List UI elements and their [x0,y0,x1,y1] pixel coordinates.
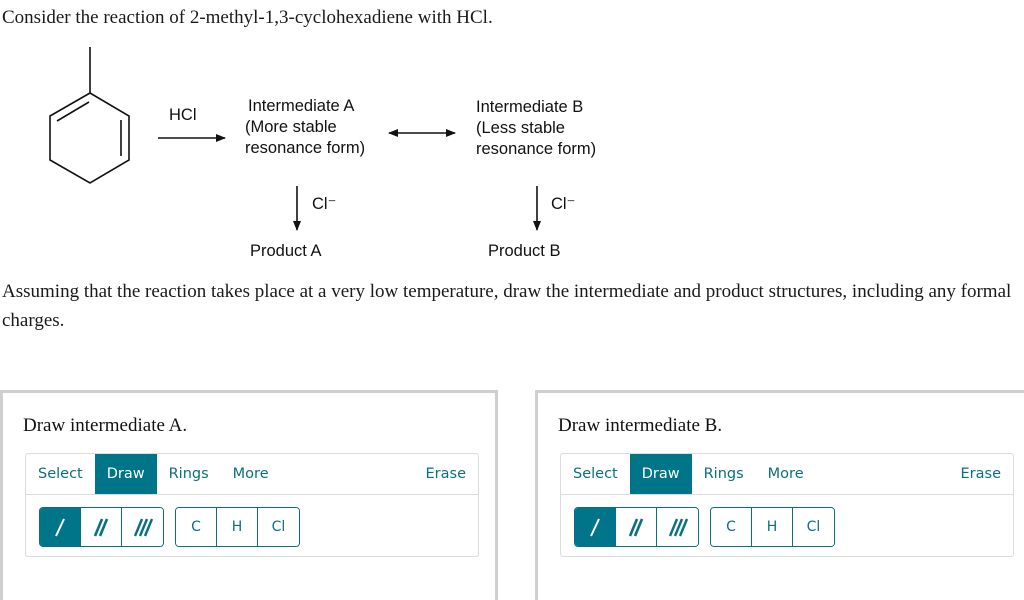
intermediate-b-line2: (Less stable [476,119,565,137]
atom-tool-group: C H Cl [175,507,300,547]
tab-select[interactable]: Select [561,454,630,494]
triple-bond-icon [668,518,688,537]
double-bond-icon [93,518,109,537]
nucleophile-a-label: Cl⁻ [312,195,337,213]
atom-c-button[interactable]: C [176,508,217,546]
atom-cl-button[interactable]: Cl [258,508,299,546]
single-bond-button[interactable] [40,508,81,546]
tab-more[interactable]: More [756,454,816,494]
erase-button[interactable]: Erase [949,454,1013,494]
triple-bond-icon [133,518,153,537]
drawing-toolbar: Select Draw Rings More Erase C H Cl [25,453,479,557]
question-instruction: Assuming that the reaction takes place a… [2,281,1012,331]
panel-title: Draw intermediate A. [23,415,188,436]
atom-cl-button[interactable]: Cl [793,508,834,546]
double-bond-button[interactable] [616,508,657,546]
tab-more[interactable]: More [221,454,281,494]
tab-draw[interactable]: Draw [629,454,692,494]
intermediate-a-line1: Intermediate A [248,97,355,115]
tab-draw[interactable]: Draw [94,454,157,494]
panel-title: Draw intermediate B. [558,415,723,436]
starting-material-structure-icon [49,47,130,184]
erase-button[interactable]: Erase [414,454,478,494]
toolbar-tabs: Select Draw Rings More Erase [26,454,478,495]
intermediate-b-line1: Intermediate B [476,98,584,116]
single-bond-icon [590,518,600,537]
double-bond-button[interactable] [81,508,122,546]
product-b-label: Product B [488,242,561,260]
tab-select[interactable]: Select [26,454,95,494]
toolbar-tabs: Select Draw Rings More Erase [561,454,1013,495]
atom-h-button[interactable]: H [217,508,258,546]
atom-h-button[interactable]: H [752,508,793,546]
triple-bond-button[interactable] [122,508,163,546]
atom-c-button[interactable]: C [711,508,752,546]
bond-tool-group [39,507,164,547]
draw-panel-intermediate-b: Draw intermediate B. Select Draw Rings M… [535,390,1024,600]
tool-palette: C H Cl [26,495,478,558]
tab-rings[interactable]: Rings [692,454,756,494]
drawing-toolbar: Select Draw Rings More Erase C H Cl [560,453,1014,557]
tool-palette: C H Cl [561,495,1013,558]
intermediate-a-label: Intermediate A (More stable resonance fo… [245,96,365,159]
triple-bond-button[interactable] [657,508,698,546]
intermediate-b-line3: resonance form) [476,140,597,158]
atom-tool-group: C H Cl [710,507,835,547]
intermediate-a-line2: (More stable [245,118,337,136]
reagent-label: HCl [169,106,197,124]
single-bond-button[interactable] [575,508,616,546]
nucleophile-b-label: Cl⁻ [551,195,576,213]
bond-tool-group [574,507,699,547]
intermediate-b-label: Intermediate B (Less stable resonance fo… [476,97,596,160]
intermediate-a-line3: resonance form) [245,139,366,157]
draw-panel-intermediate-a: Draw intermediate A. Select Draw Rings M… [0,390,498,600]
single-bond-icon [55,518,65,537]
product-a-label: Product A [250,242,322,260]
double-bond-icon [628,518,644,537]
tab-rings[interactable]: Rings [157,454,221,494]
